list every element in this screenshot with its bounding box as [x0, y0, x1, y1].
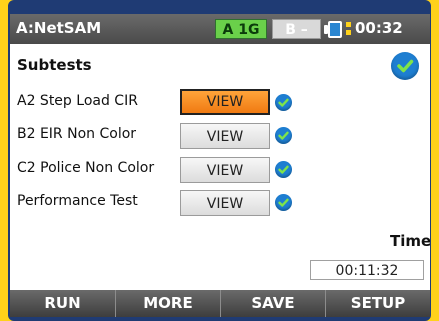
check-circle-icon: [275, 194, 292, 211]
subtest-label: Performance Test: [17, 193, 138, 209]
view-button[interactable]: VIEW: [180, 157, 270, 183]
clock-colon-icon: [346, 21, 352, 37]
port-a-status: A 1G: [215, 19, 267, 39]
view-button[interactable]: VIEW: [180, 123, 270, 149]
subtest-label: C2 Police Non Color: [17, 160, 155, 176]
check-circle-icon: [275, 127, 292, 144]
check-circle-icon: [275, 94, 292, 111]
title-bar: A:NetSAM A 1G B – 00:32: [10, 14, 430, 44]
run-button[interactable]: RUN: [10, 290, 115, 317]
check-circle-icon: [275, 161, 292, 178]
save-button[interactable]: SAVE: [221, 290, 325, 317]
more-button[interactable]: MORE: [116, 290, 220, 317]
clock: 00:32: [355, 19, 403, 37]
subtests-heading: Subtests: [17, 56, 92, 74]
screen: A:NetSAM A 1G B – 00:32 Subtests A2 Step…: [10, 14, 430, 317]
bottom-toolbar: RUN MORE SAVE SETUP: [10, 290, 430, 317]
time-label: Time: [390, 232, 430, 250]
time-value: 00:11:32: [310, 260, 424, 280]
setup-button[interactable]: SETUP: [326, 290, 430, 317]
port-b-status: B –: [272, 19, 321, 39]
check-circle-icon: [391, 52, 419, 80]
app-title: A:NetSAM: [16, 19, 102, 37]
view-button[interactable]: VIEW: [180, 89, 270, 115]
battery-icon: [324, 21, 342, 38]
view-button[interactable]: VIEW: [180, 190, 270, 216]
subtest-label: A2 Step Load CIR: [17, 93, 138, 109]
subtest-label: B2 EIR Non Color: [17, 126, 137, 142]
